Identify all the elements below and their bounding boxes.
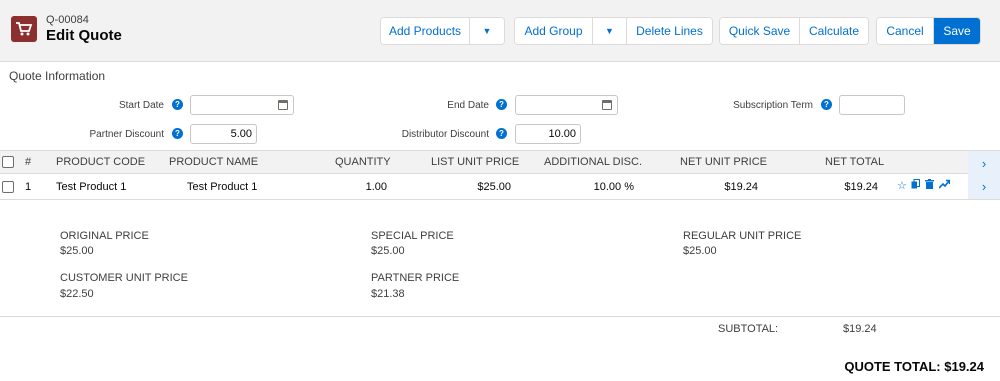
column-header-net-unit-price[interactable]: NET UNIT PRICE — [680, 156, 767, 168]
distributor-discount-label: Distributor Discount — [401, 129, 489, 140]
chevron-down-icon: ▼ — [482, 26, 492, 36]
customer-unit-price-label: CUSTOMER UNIT PRICE — [60, 272, 188, 284]
column-header-net-total[interactable]: NET TOTAL — [825, 156, 884, 168]
add-group-button[interactable]: Add Group — [515, 18, 593, 44]
section-title-quote-information: Quote Information — [9, 69, 106, 83]
row-list-unit-price: $25.00 — [477, 181, 511, 193]
calendar-icon[interactable] — [602, 100, 612, 110]
regular-unit-price-value: $25.00 — [683, 245, 717, 257]
row-additional-disc[interactable]: 10.00 % — [594, 181, 634, 193]
copy-icon[interactable] — [911, 179, 920, 192]
partner-price-value: $21.38 — [371, 288, 405, 300]
row-number: 1 — [25, 181, 32, 193]
question-icon[interactable]: ? — [496, 99, 507, 110]
table-row: 1 Test Product 1 Test Product 1 1.00 $25… — [0, 174, 1000, 200]
special-price-label: SPECIAL PRICE — [371, 230, 454, 242]
quote-total: QUOTE TOTAL: $19.24 — [844, 359, 984, 374]
group-lines-group: Add Group ▼ Delete Lines — [514, 17, 713, 45]
chevron-down-icon: ▼ — [605, 26, 614, 36]
page-title: Edit Quote — [46, 27, 122, 44]
subscription-term-label: Subscription Term — [733, 100, 813, 111]
trend-icon[interactable] — [938, 179, 951, 192]
shopping-cart-icon — [11, 16, 37, 42]
special-price-value: $25.00 — [371, 245, 405, 257]
row-checkbox[interactable] — [2, 181, 14, 193]
start-date-input[interactable] — [190, 95, 294, 115]
quote-number: Q-00084 — [46, 14, 89, 26]
start-date-label: Start Date — [118, 100, 164, 111]
row-net-unit-price: $19.24 — [724, 181, 758, 193]
divider — [0, 316, 1000, 317]
add-products-menu-button[interactable]: ▼ — [470, 18, 504, 44]
partner-price-label: PARTNER PRICE — [371, 272, 460, 284]
select-all-checkbox[interactable] — [2, 156, 14, 168]
table-header: # PRODUCT CODE PRODUCT NAME QUANTITY LIS… — [0, 150, 1000, 175]
original-price-label: ORIGINAL PRICE — [60, 230, 149, 242]
column-header-additional-disc[interactable]: ADDITIONAL DISC. — [544, 156, 642, 168]
save-calc-group: Quick Save Calculate — [719, 17, 869, 45]
row-product-code[interactable]: Test Product 1 — [56, 181, 126, 193]
partner-discount-input[interactable]: 5.00 — [190, 124, 257, 144]
regular-unit-price-label: REGULAR UNIT PRICE — [683, 230, 802, 242]
question-icon[interactable]: ? — [496, 128, 507, 139]
delete-icon[interactable] — [925, 179, 934, 192]
end-date-input[interactable] — [515, 95, 618, 115]
question-icon[interactable]: ? — [172, 99, 183, 110]
question-icon[interactable]: ? — [172, 128, 183, 139]
add-products-button[interactable]: Add Products — [381, 18, 470, 44]
column-header-product-code[interactable]: PRODUCT CODE — [56, 156, 145, 168]
page-header: Q-00084 Edit Quote Add Products ▼ Add Gr… — [0, 0, 1000, 62]
chevron-right-icon[interactable]: › — [968, 151, 1000, 175]
column-header-product-name[interactable]: PRODUCT NAME — [169, 156, 258, 168]
save-button[interactable]: Save — [934, 18, 980, 44]
cancel-save-group: Cancel Save — [876, 17, 981, 45]
subscription-term-input[interactable] — [839, 95, 905, 115]
distributor-discount-input[interactable]: 10.00 — [515, 124, 581, 144]
customer-unit-price-value: $22.50 — [60, 288, 94, 300]
row-net-total: $19.24 — [844, 181, 878, 193]
row-product-name[interactable]: Test Product 1 — [187, 181, 257, 193]
calendar-icon[interactable] — [278, 100, 288, 110]
chevron-right-icon[interactable]: › — [968, 174, 1000, 199]
quick-save-button[interactable]: Quick Save — [720, 18, 800, 44]
subtotal-label: SUBTOTAL: — [718, 323, 779, 335]
calculate-button[interactable]: Calculate — [800, 18, 868, 44]
add-products-group: Add Products ▼ — [380, 17, 505, 45]
delete-lines-button[interactable]: Delete Lines — [627, 18, 712, 44]
column-header-quantity[interactable]: QUANTITY — [335, 156, 391, 168]
cancel-button[interactable]: Cancel — [877, 18, 934, 44]
subtotal-value: $19.24 — [843, 323, 877, 335]
add-group-menu-button[interactable]: ▼ — [593, 18, 627, 44]
partner-discount-label: Partner Discount — [89, 129, 164, 140]
original-price-value: $25.00 — [60, 245, 94, 257]
question-icon[interactable]: ? — [821, 99, 832, 110]
row-quantity[interactable]: 1.00 — [366, 181, 387, 193]
column-header-list-unit-price[interactable]: LIST UNIT PRICE — [431, 156, 519, 168]
star-icon[interactable]: ☆ — [897, 179, 907, 192]
end-date-label: End Date — [447, 100, 489, 111]
column-header-number: # — [25, 156, 32, 168]
